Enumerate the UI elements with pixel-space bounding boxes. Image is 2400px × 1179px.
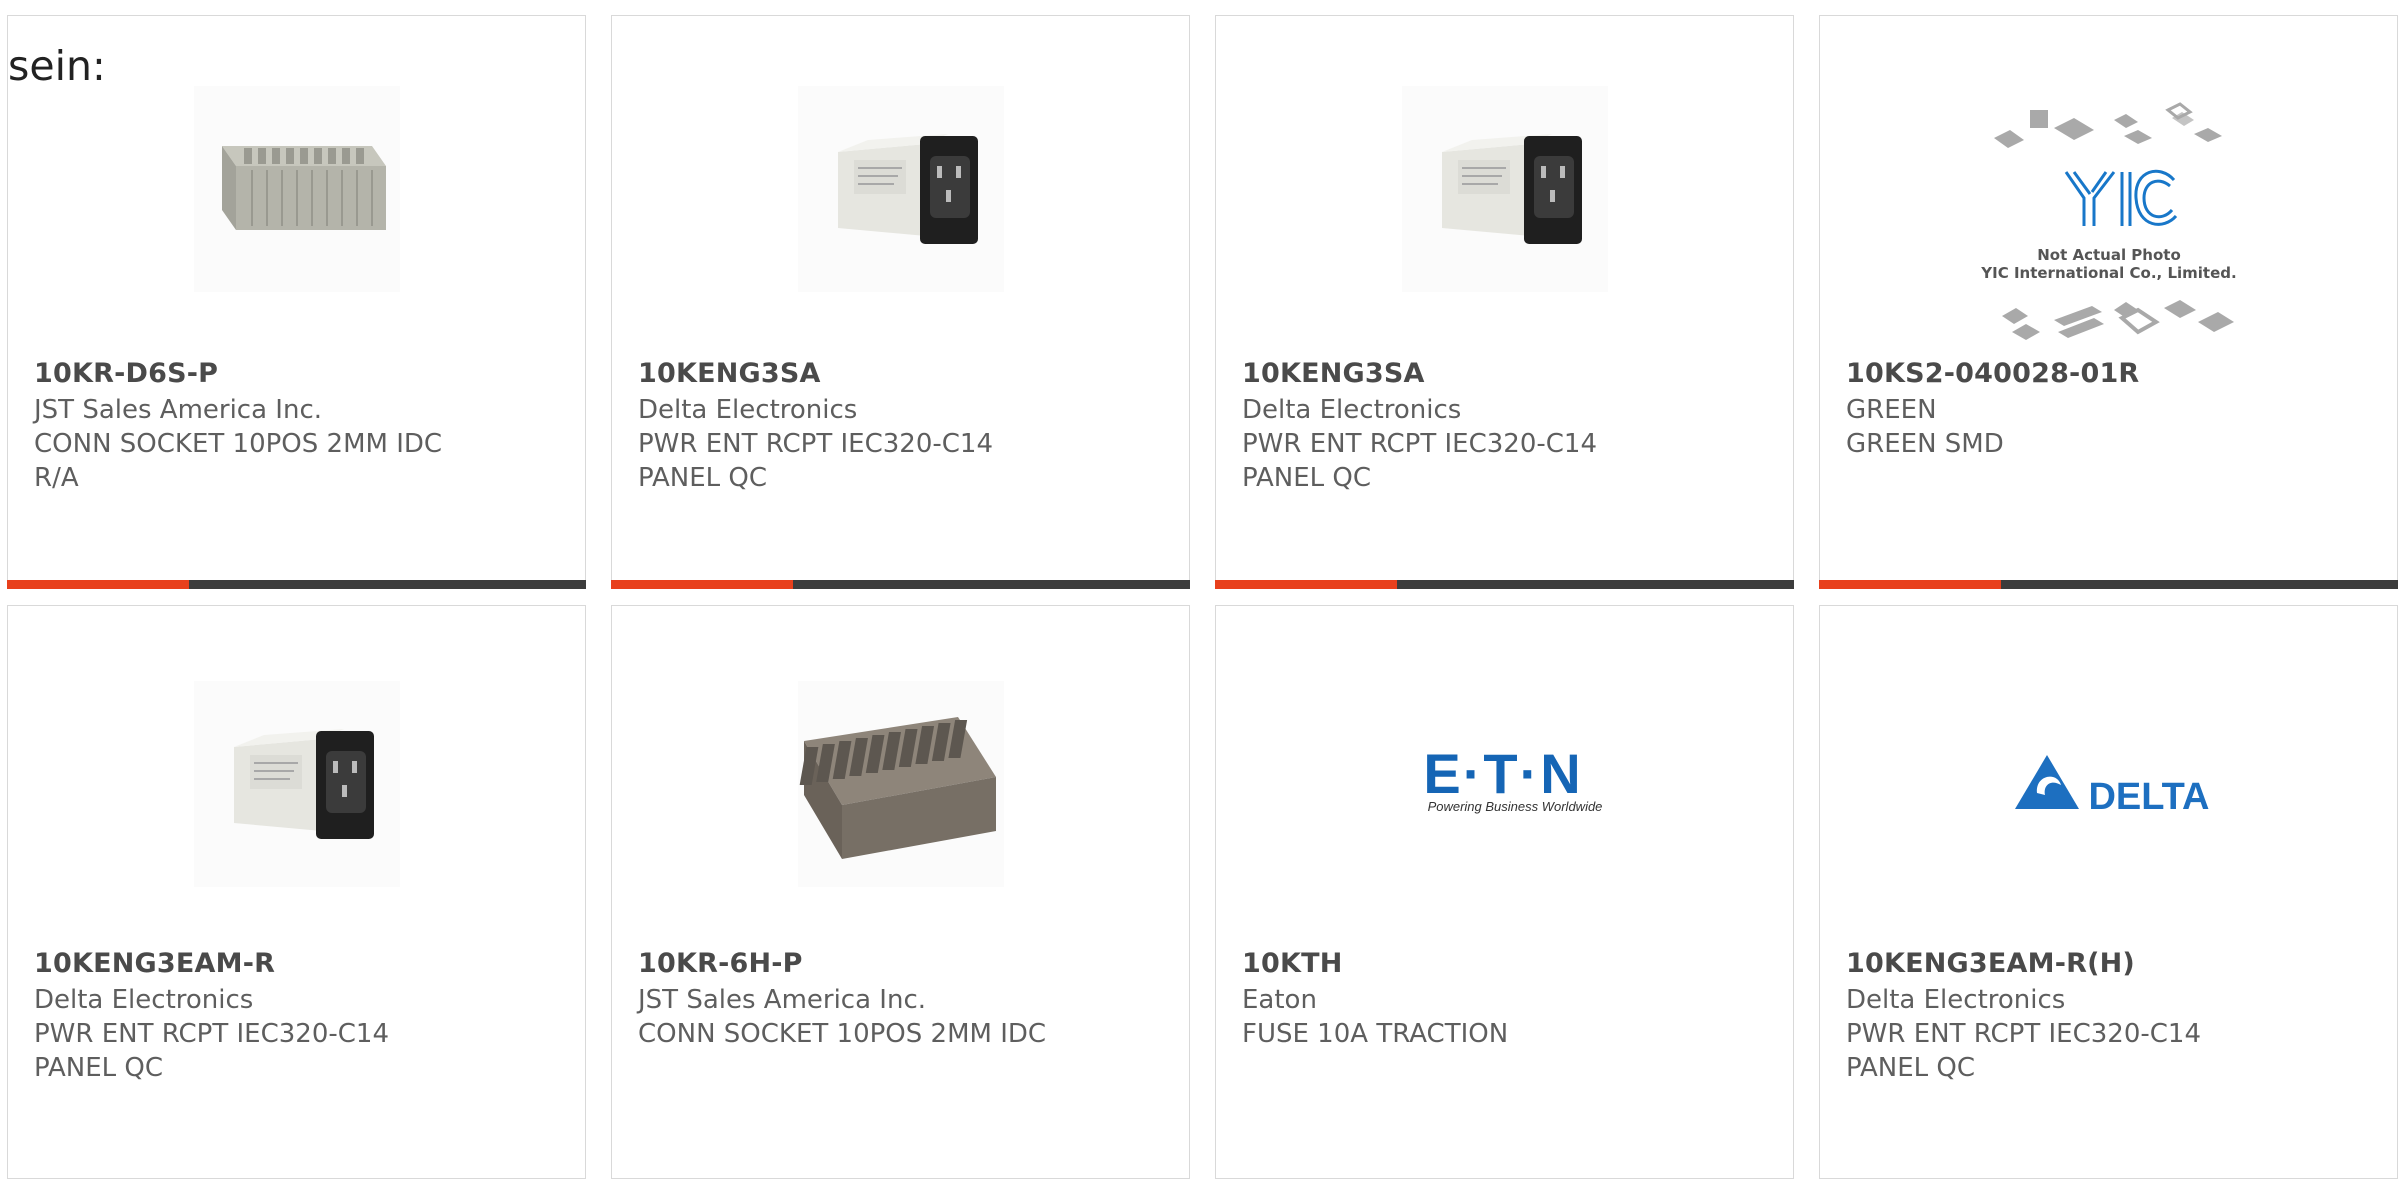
- part-number[interactable]: 10KR-6H-P: [638, 948, 803, 979]
- description-line-2: PANEL QC: [34, 1053, 164, 1083]
- connector-socket-photo[interactable]: [193, 86, 400, 292]
- image-caption-line-2: YIC International Co., Limited.: [1980, 264, 2236, 282]
- part-number[interactable]: 10KS2-040028-01R: [1846, 358, 2139, 389]
- card-accent-bar: [611, 580, 1190, 589]
- eaton-logo[interactable]: E·T·N Powering Business Worldwide: [1395, 681, 1615, 887]
- manufacturer: Eaton: [1242, 985, 1317, 1015]
- product-card[interactable]: 10KENG3SA Delta Electronics PWR ENT RCPT…: [1215, 15, 1794, 589]
- card-accent-fill: [1215, 580, 1397, 589]
- eaton-tagline: Powering Business Worldwide: [1427, 799, 1602, 814]
- manufacturer: Delta Electronics: [34, 985, 254, 1015]
- product-card[interactable]: 10KENG3EAM-R Delta Electronics PWR ENT R…: [7, 605, 586, 1179]
- manufacturer: JST Sales America Inc.: [34, 395, 323, 425]
- part-number[interactable]: 10KTH: [1242, 948, 1343, 979]
- product-card[interactable]: 10KENG3SA Delta Electronics PWR ENT RCPT…: [611, 15, 1190, 589]
- connector-header-photo[interactable]: [797, 681, 1004, 887]
- description-line-1: CONN SOCKET 10POS 2MM IDC: [638, 1019, 1047, 1049]
- description-line-2: PANEL QC: [1846, 1053, 1976, 1083]
- manufacturer: Delta Electronics: [1242, 395, 1462, 425]
- card-accent-fill: [1819, 580, 2001, 589]
- part-number[interactable]: 10KENG3EAM-R(H): [1846, 948, 2135, 979]
- description-line-1: GREEN SMD: [1846, 429, 2004, 459]
- card-accent-bar: [1215, 580, 1794, 589]
- delta-wordmark: DELTA: [2088, 776, 2209, 818]
- product-card[interactable]: Not Actual Photo YIC International Co., …: [1819, 15, 2398, 589]
- power-entry-module-photo[interactable]: [1401, 86, 1608, 292]
- card-accent-fill: [7, 580, 189, 589]
- product-card[interactable]: DELTA 10KENG3EAM-R(H) Delta Electronics …: [1819, 605, 2398, 1179]
- card-accent-bar: [1819, 580, 2398, 589]
- yic-placeholder-image[interactable]: Not Actual Photo YIC International Co., …: [1974, 102, 2244, 352]
- image-caption-line-1: Not Actual Photo: [2037, 246, 2181, 264]
- description-line-1: PWR ENT RCPT IEC320-C14: [638, 429, 993, 459]
- description-line-1: PWR ENT RCPT IEC320-C14: [1846, 1019, 2201, 1049]
- manufacturer: Delta Electronics: [1846, 985, 2066, 1015]
- description-line-1: CONN SOCKET 10POS 2MM IDC: [34, 429, 443, 459]
- card-accent-bar: [7, 580, 586, 589]
- product-card[interactable]: E·T·N Powering Business Worldwide 10KTH …: [1215, 605, 1794, 1179]
- card-accent-fill: [611, 580, 793, 589]
- description-line-1: PWR ENT RCPT IEC320-C14: [34, 1019, 389, 1049]
- power-entry-module-photo[interactable]: [193, 681, 400, 887]
- description-line-1: PWR ENT RCPT IEC320-C14: [1242, 429, 1597, 459]
- product-card[interactable]: 10KR-D6S-P JST Sales America Inc. CONN S…: [7, 15, 586, 589]
- part-number[interactable]: 10KENG3SA: [638, 358, 821, 389]
- description-line-2: PANEL QC: [1242, 463, 1372, 493]
- delta-logo[interactable]: DELTA: [1999, 681, 2219, 887]
- description-line-1: FUSE 10A TRACTION: [1242, 1019, 1509, 1049]
- manufacturer: GREEN: [1846, 395, 1937, 425]
- intro-text: sein:: [8, 42, 106, 90]
- description-line-2: PANEL QC: [638, 463, 768, 493]
- part-number[interactable]: 10KENG3EAM-R: [34, 948, 275, 979]
- description-line-2: R/A: [34, 463, 79, 493]
- manufacturer: JST Sales America Inc.: [638, 985, 927, 1015]
- part-number[interactable]: 10KENG3SA: [1242, 358, 1425, 389]
- part-number[interactable]: 10KR-D6S-P: [34, 358, 218, 389]
- product-card[interactable]: 10KR-6H-P JST Sales America Inc. CONN SO…: [611, 605, 1190, 1179]
- power-entry-module-photo[interactable]: [797, 86, 1004, 292]
- manufacturer: Delta Electronics: [638, 395, 858, 425]
- svg-text:E·T·N: E·T·N: [1423, 742, 1582, 805]
